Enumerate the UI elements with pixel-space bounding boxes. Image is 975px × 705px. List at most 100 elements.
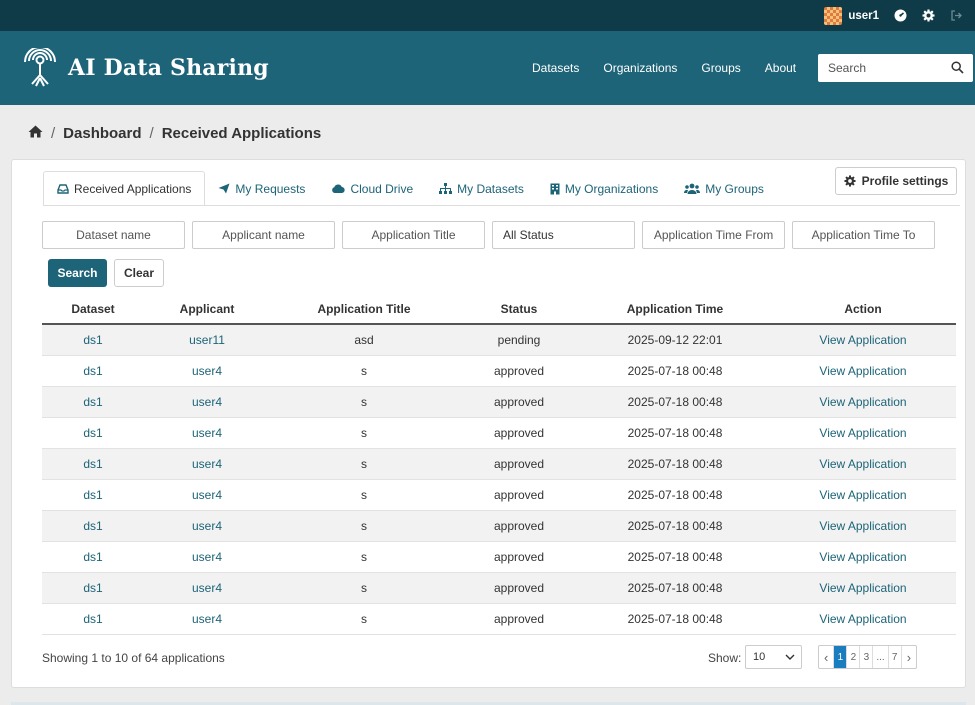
profile-settings-button[interactable]: Profile settings: [835, 167, 957, 195]
site-logo[interactable]: AI Data Sharing: [22, 48, 269, 88]
breadcrumb-dashboard[interactable]: Dashboard: [63, 125, 141, 142]
view-application-link[interactable]: View Application: [770, 572, 956, 604]
tab-my-datasets[interactable]: My Datasets: [426, 171, 537, 206]
applicant-link[interactable]: user4: [144, 417, 270, 449]
tab-my-groups[interactable]: My Groups: [671, 171, 777, 206]
table-row: ds1 user4 s approved 2025-07-18 00:48 View Ap…: [42, 448, 956, 480]
nav-datasets[interactable]: Datasets: [532, 61, 579, 75]
application-time-cell: 2025-07-18 00:48: [580, 386, 770, 418]
next-page-button[interactable]: ›: [902, 646, 916, 668]
page-size-label: Show:: [708, 651, 742, 665]
view-application-link[interactable]: View Application: [770, 386, 956, 418]
home-icon[interactable]: [28, 125, 43, 142]
col-applicant: Applicant: [144, 294, 270, 325]
application-title-cell: asd: [270, 324, 458, 356]
page-size-select[interactable]: 10: [745, 645, 802, 669]
dataset-link[interactable]: ds1: [42, 417, 144, 449]
page-button[interactable]: 3: [860, 646, 874, 668]
applicant-link[interactable]: user4: [144, 541, 270, 573]
page-button[interactable]: 7: [889, 646, 902, 668]
dataset-link[interactable]: ds1: [42, 572, 144, 604]
nav-organizations[interactable]: Organizations: [603, 61, 677, 75]
time-from-field[interactable]: Application Time From: [642, 221, 785, 249]
view-application-link[interactable]: View Application: [770, 417, 956, 449]
user-menu[interactable]: user1: [824, 6, 879, 25]
applicant-link[interactable]: user4: [144, 603, 270, 635]
application-title-cell: s: [270, 572, 458, 604]
dataset-link[interactable]: ds1: [42, 324, 144, 356]
dataset-name-field[interactable]: Dataset name: [42, 221, 185, 249]
dataset-link[interactable]: ds1: [42, 355, 144, 387]
tab-my-requests[interactable]: My Requests: [205, 171, 318, 206]
status-cell: approved: [458, 417, 580, 449]
pagination-summary: Showing 1 to 10 of 64 applications: [42, 651, 225, 665]
search-button[interactable]: Search: [48, 259, 107, 287]
dashboard-tabs: Received Applications My Requests Cloud …: [43, 171, 777, 206]
applicant-link[interactable]: user4: [144, 510, 270, 542]
application-title-field[interactable]: Application Title: [342, 221, 485, 249]
application-title-cell: s: [270, 386, 458, 418]
applicant-link[interactable]: user4: [144, 572, 270, 604]
application-title-cell: s: [270, 417, 458, 449]
dataset-link[interactable]: ds1: [42, 386, 144, 418]
search-icon[interactable]: [951, 61, 964, 77]
send-icon: [218, 183, 230, 194]
applicant-link[interactable]: user4: [144, 448, 270, 480]
application-time-cell: 2025-07-18 00:48: [580, 541, 770, 573]
view-application-link[interactable]: View Application: [770, 355, 956, 387]
dataset-link[interactable]: ds1: [42, 603, 144, 635]
status-cell: approved: [458, 541, 580, 573]
time-to-field[interactable]: Application Time To: [792, 221, 935, 249]
gear-icon[interactable]: [921, 9, 935, 23]
chevron-down-icon: [785, 654, 795, 660]
page-button[interactable]: 2: [847, 646, 861, 668]
applicant-name-field[interactable]: Applicant name: [192, 221, 335, 249]
dataset-link[interactable]: ds1: [42, 510, 144, 542]
application-title-cell: s: [270, 510, 458, 542]
status-cell: approved: [458, 448, 580, 480]
applicant-link[interactable]: user4: [144, 355, 270, 387]
status-cell: approved: [458, 572, 580, 604]
application-title-cell: s: [270, 541, 458, 573]
dataset-link[interactable]: ds1: [42, 448, 144, 480]
table-header-row: Dataset Applicant Application Title Stat…: [42, 294, 956, 325]
logout-icon[interactable]: [949, 9, 963, 23]
view-application-link[interactable]: View Application: [770, 324, 956, 356]
tab-cloud-drive[interactable]: Cloud Drive: [318, 171, 426, 206]
tab-label: Cloud Drive: [350, 181, 414, 196]
tab-received-applications[interactable]: Received Applications: [43, 171, 206, 206]
view-application-link[interactable]: View Application: [770, 510, 956, 542]
applicant-link[interactable]: user11: [144, 324, 270, 356]
nav-groups[interactable]: Groups: [701, 61, 740, 75]
dashboard-icon[interactable]: [893, 9, 907, 23]
view-application-link[interactable]: View Application: [770, 603, 956, 635]
dataset-link[interactable]: ds1: [42, 541, 144, 573]
applications-panel: Received Applications My Requests Cloud …: [11, 159, 966, 688]
application-time-cell: 2025-07-18 00:48: [580, 510, 770, 542]
breadcrumb: / Dashboard / Received Applications: [28, 125, 321, 142]
view-application-link[interactable]: View Application: [770, 479, 956, 511]
dataset-link[interactable]: ds1: [42, 479, 144, 511]
applicant-link[interactable]: user4: [144, 479, 270, 511]
sitemap-icon: [439, 183, 453, 194]
site-search: [818, 54, 973, 82]
tree-logo-icon: [24, 48, 56, 87]
status-select[interactable]: All Status: [492, 221, 635, 249]
prev-page-button[interactable]: ‹: [819, 646, 835, 668]
clear-button[interactable]: Clear: [114, 259, 164, 287]
table-row: ds1 user4 s approved 2025-07-18 00:48 View Ap…: [42, 355, 956, 387]
search-input[interactable]: [818, 61, 943, 75]
inbox-icon: [57, 183, 69, 194]
view-application-link[interactable]: View Application: [770, 448, 956, 480]
nav-about[interactable]: About: [765, 61, 796, 75]
tab-my-organizations[interactable]: My Organizations: [537, 171, 671, 206]
application-title-cell: s: [270, 603, 458, 635]
table-row: ds1 user4 s approved 2025-07-18 00:48 View Ap…: [42, 417, 956, 449]
application-time-cell: 2025-07-18 00:48: [580, 603, 770, 635]
status-cell: pending: [458, 324, 580, 356]
tab-divider: [43, 205, 960, 206]
page-button[interactable]: 1: [834, 646, 848, 668]
breadcrumb-separator: /: [51, 125, 56, 142]
view-application-link[interactable]: View Application: [770, 541, 956, 573]
applicant-link[interactable]: user4: [144, 386, 270, 418]
